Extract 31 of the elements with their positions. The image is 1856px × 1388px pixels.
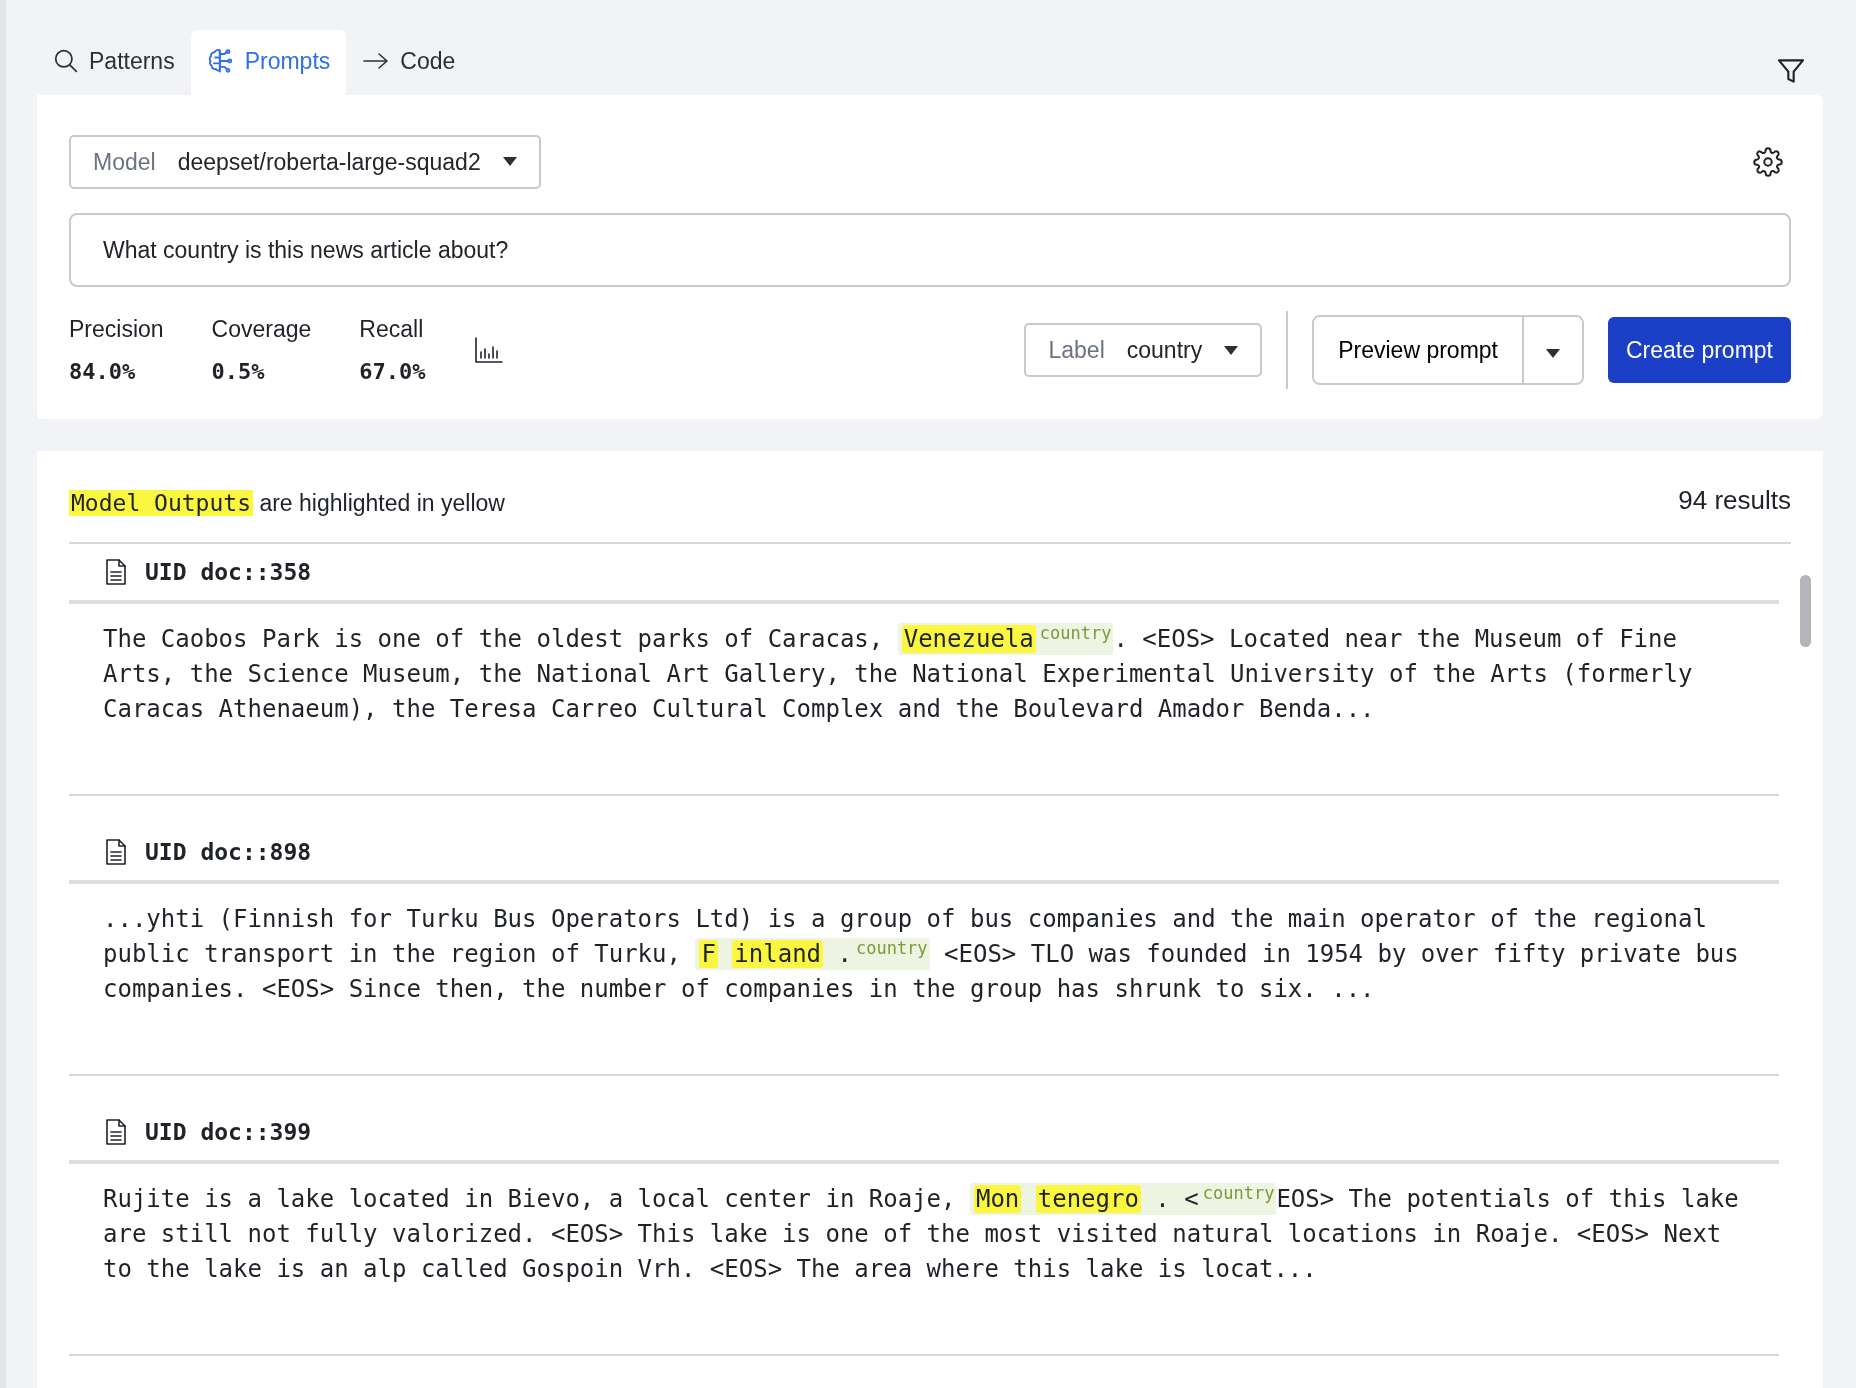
create-prompt-button[interactable]: Create prompt	[1608, 316, 1791, 384]
document-uid: UID doc::898	[145, 837, 312, 867]
scrollbar-thumb[interactable]	[1800, 575, 1811, 647]
tab[interactable]: Patterns	[37, 30, 191, 95]
arrow-icon	[362, 51, 391, 72]
settings-icon[interactable]	[1753, 146, 1783, 177]
document-uid: UID doc::399	[145, 1117, 312, 1147]
model-dropdown[interactable]: Model deepset/roberta-large-squad2	[69, 134, 541, 189]
tab[interactable]: Prompts	[190, 30, 347, 95]
document-text: The Caobos Park is one of the oldest parks of Caracas, Venezuela $^{country}$. <EOS> Located near the Museum of Fine Arts, the Science Museum, the National Art Gallery, the National Experimental University of the Arts (formerly Caracas Athenaeum), the Teresa Carreo Cultural Complex and the Boulevard Amador Benda...	[102, 621, 1694, 725]
search-icon	[53, 48, 79, 75]
legend-text: Model Outputs are highlighted in yellow	[69, 488, 505, 518]
dropdown-toggle-button[interactable]	[1522, 316, 1582, 384]
metric-name: Recall	[359, 315, 425, 345]
metric-name: Precision	[69, 315, 164, 345]
metric-name: Coverage	[211, 315, 312, 345]
results-count: 94 results	[1678, 484, 1791, 517]
prompt-field[interactable]: What country is this news article about?	[69, 213, 1791, 287]
document-text: Rujite is a lake located in Bievo, a local center in Roaje, Mon tenegro . < $^{country}$ EOS> The potentials of this lake are still not fully valorized. <EOS> This lake is one of the most visited natural locations in Roaje. <EOS> Next to the lake is an alp called Gospoin Vrh. <EOS> The area where this lake is locat...	[102, 1181, 1740, 1285]
document-icon	[105, 558, 127, 586]
document-uid: UID doc::358	[145, 557, 312, 587]
brain-icon	[206, 47, 235, 76]
document-text: ...yhti (Finnish for Turku Bus Operators Ltd) is a group of bus companies and the main operator of the regional public transport in the region of Turku, F inland . $^{country}$ <EOS> TLO was founded in 1954 by over fifty private bus companies. <EOS> Since then, the number of companies in the group has shrunk to six. ...	[102, 904, 1740, 1005]
metric-value: 84.0%	[69, 357, 137, 386]
metric-value: 67.0%	[359, 357, 426, 386]
metric-value: 0.5%	[211, 357, 266, 386]
tab[interactable]: Code	[346, 30, 472, 95]
document-icon	[105, 838, 127, 866]
label-dropdown[interactable]: Label country	[1024, 322, 1263, 378]
bar-chart-icon[interactable]	[473, 336, 504, 364]
document-icon	[105, 1118, 127, 1146]
